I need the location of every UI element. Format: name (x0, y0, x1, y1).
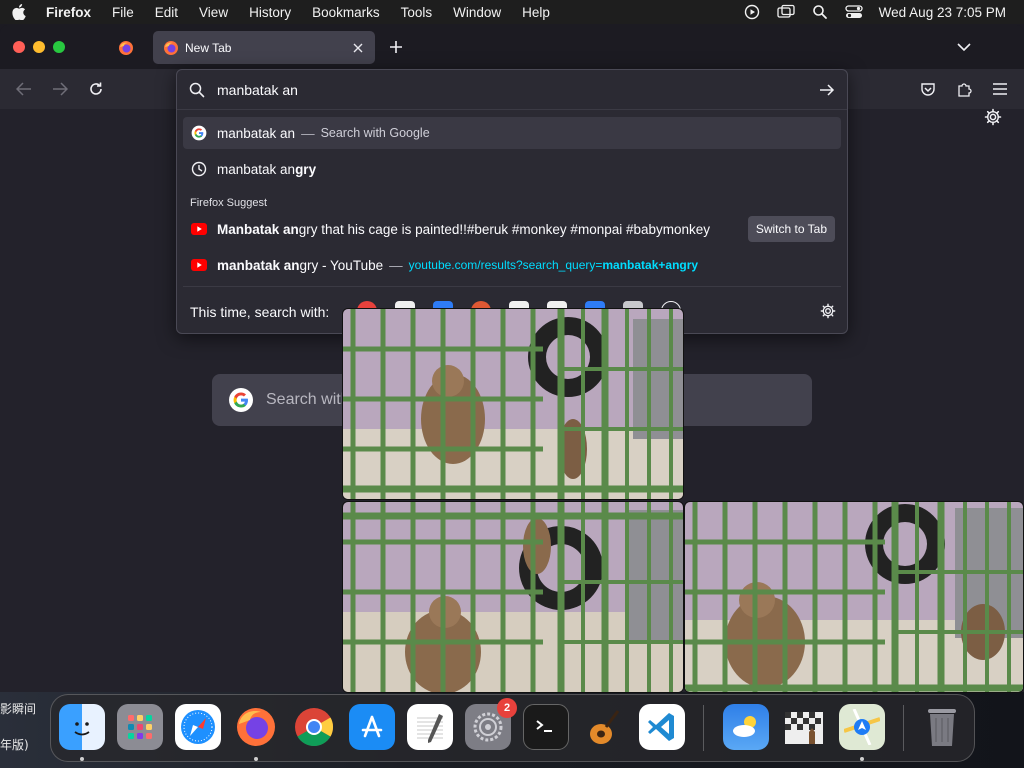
firefox-icon (119, 41, 133, 55)
result-action-text: Search with Google (320, 126, 430, 140)
suggest-open-tab-item[interactable]: Manbatak angry that his cage is painted!… (183, 213, 841, 245)
tab-title: New Tab (185, 40, 232, 55)
firefox-running-indicator (254, 757, 258, 761)
menu-bar: Firefox File Edit View History Bookmarks… (0, 0, 1024, 24)
screen-mirroring-icon[interactable] (777, 3, 795, 21)
trash-icon[interactable] (919, 704, 965, 750)
menu-bar-clock[interactable]: Wed Aug 23 7:05 PM (879, 5, 1006, 20)
firefox-tab-icon (164, 40, 178, 55)
system-settings-icon[interactable]: 2 (465, 698, 517, 750)
suggest-url-bold: manbatak+angry (602, 258, 699, 272)
finder-icon[interactable] (59, 704, 105, 750)
search-settings-gear-icon[interactable] (819, 302, 837, 320)
tab-bar: New Tab (0, 25, 1024, 69)
maps-running-indicator (860, 757, 864, 761)
pocket-icon[interactable] (918, 79, 938, 99)
suggest-title-rest: gry - YouTube (299, 257, 384, 273)
apple-menu-icon[interactable] (12, 4, 28, 20)
suggest-title-rest: gry that his cage is painted!!#beruk #mo… (298, 221, 711, 237)
finder-running-indicator (80, 757, 84, 761)
suggest-url-prefix: youtube.com/results?search_query= (408, 258, 603, 272)
spotlight-search-icon[interactable] (811, 3, 829, 21)
switch-to-tab-button[interactable]: Switch to Tab (747, 216, 835, 242)
dock-separator (903, 705, 904, 751)
chrome-icon[interactable] (291, 704, 337, 750)
menu-app-name[interactable]: Firefox (46, 5, 91, 20)
urlbar-results-panel: manbatak an manbatak an — Search with Go… (176, 69, 848, 334)
monkey-photo-2[interactable] (342, 501, 684, 693)
result-search-google[interactable]: manbatak an — Search with Google (183, 117, 841, 149)
menu-bookmarks[interactable]: Bookmarks (312, 5, 380, 20)
dock: 2 (50, 694, 975, 762)
desktop-text-2: 年版) (0, 738, 29, 752)
menu-view[interactable]: View (199, 5, 228, 20)
extensions-puzzle-icon[interactable] (954, 79, 974, 99)
result-history-item[interactable]: manbatak an gry (183, 153, 841, 185)
newtab-search-placeholder: Search with (266, 391, 350, 408)
result-separator: — (301, 125, 315, 141)
suggest-youtube-search-item[interactable]: manbatak an gry - YouTube — youtube.com/r… (183, 249, 841, 281)
textedit-icon[interactable] (407, 704, 453, 750)
suggest-typed-text: manbatak an (217, 257, 300, 273)
youtube-icon (191, 257, 207, 273)
control-center-icon[interactable] (845, 3, 863, 21)
reload-icon[interactable] (86, 79, 106, 99)
firefox-suggest-heading: Firefox Suggest (190, 197, 268, 209)
search-icon (189, 82, 205, 97)
garageband-icon[interactable] (581, 704, 627, 750)
result-typed-text: manbatak an (217, 161, 296, 177)
youtube-icon (191, 221, 207, 237)
firefox-dock-icon[interactable] (233, 704, 279, 750)
result-completion-text: gry (295, 161, 317, 177)
menu-help[interactable]: Help (522, 5, 550, 20)
maps-icon[interactable] (839, 704, 885, 750)
google-logo-icon (191, 125, 207, 141)
minimize-window-button[interactable] (33, 41, 45, 53)
weather-icon[interactable] (723, 704, 769, 750)
back-arrow-icon[interactable] (14, 79, 34, 99)
menu-history[interactable]: History (249, 5, 291, 20)
zoom-window-button[interactable] (53, 41, 65, 53)
suggest-typed-text: Manbatak an (217, 221, 299, 237)
app-store-icon[interactable] (349, 704, 395, 750)
menu-edit[interactable]: Edit (155, 5, 178, 20)
close-tab-icon[interactable] (351, 41, 365, 55)
new-tab-button[interactable] (386, 37, 406, 57)
panel-divider (183, 286, 841, 287)
suggest-separator: — (389, 257, 403, 273)
desktop-text-1: 影瞬间 (0, 702, 37, 716)
pinned-firefox-tab[interactable] (112, 36, 140, 60)
monkey-photo-3[interactable] (684, 501, 1024, 693)
menu-file[interactable]: File (112, 5, 134, 20)
tab-new-tab[interactable]: New Tab (153, 31, 375, 64)
close-window-button[interactable] (13, 41, 25, 53)
safari-icon[interactable] (175, 704, 221, 750)
urlbar-value: manbatak an (217, 81, 298, 98)
history-clock-icon (191, 161, 207, 177)
vscode-icon[interactable] (639, 704, 685, 750)
notification-badge: 2 (497, 698, 517, 718)
google-logo-icon (229, 388, 253, 412)
list-all-tabs-chevron-down-icon[interactable] (954, 37, 974, 57)
result-typed-text: manbatak an (217, 125, 296, 141)
newtab-settings-gear-icon[interactable] (982, 106, 1004, 128)
terminal-icon[interactable] (523, 704, 569, 750)
menu-window[interactable]: Window (453, 5, 501, 20)
launchpad-icon[interactable] (117, 704, 163, 750)
go-arrow-icon[interactable] (819, 83, 835, 97)
urlbar-input[interactable]: manbatak an (177, 70, 847, 110)
search-with-label: This time, search with: (190, 304, 330, 320)
monkey-photo-1[interactable] (342, 308, 684, 500)
media-play-icon[interactable] (743, 3, 761, 21)
forward-arrow-icon[interactable] (50, 79, 70, 99)
menu-tools[interactable]: Tools (401, 5, 433, 20)
dock-separator (703, 705, 704, 751)
hamburger-menu-icon[interactable] (990, 79, 1010, 99)
chess-icon[interactable] (781, 704, 827, 750)
